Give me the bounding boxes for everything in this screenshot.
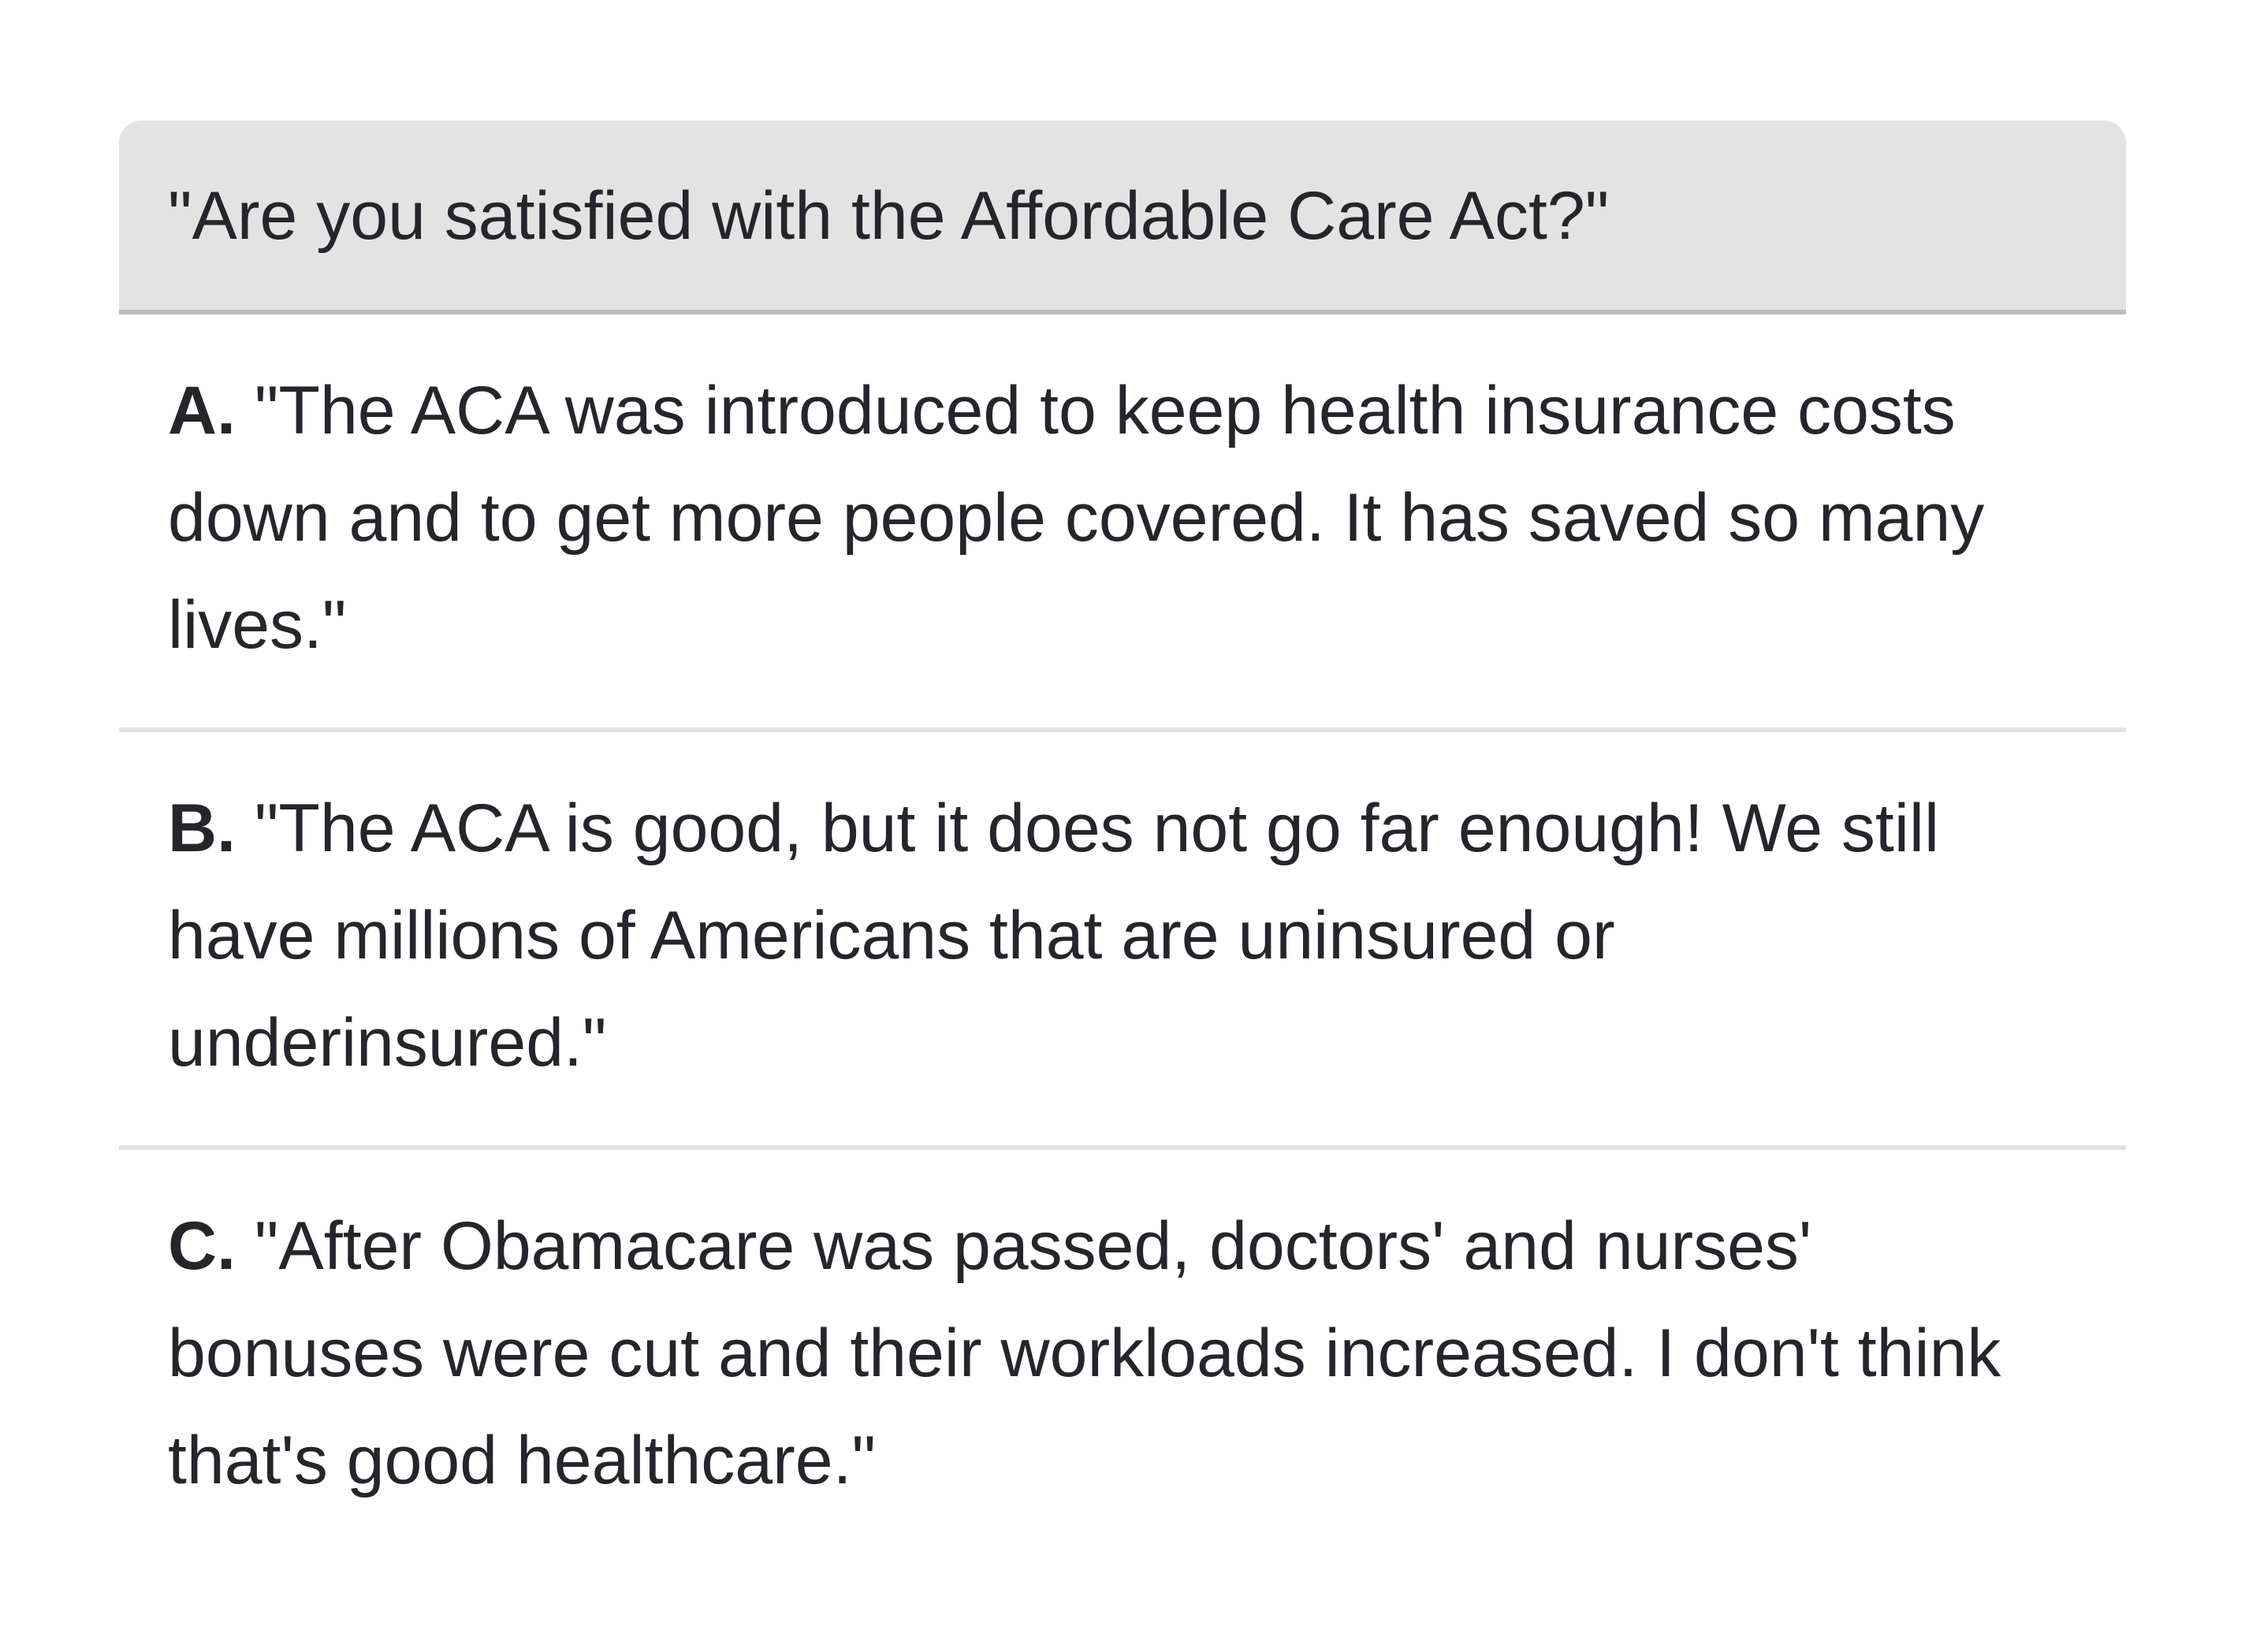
- option-c[interactable]: C. "After Obamacare was passed, doctors'…: [119, 1150, 2126, 1560]
- option-a-text: "The ACA was introduced to keep health i…: [168, 373, 1985, 663]
- option-b-paragraph: B. "The ACA is good, but it does not go …: [168, 775, 2005, 1096]
- option-a-letter: A.: [168, 373, 236, 448]
- option-b-letter: B.: [168, 791, 236, 866]
- option-a-paragraph: A. "The ACA was introduced to keep healt…: [168, 357, 2005, 679]
- question-card: "Are you satisfied with the Affordable C…: [119, 121, 2126, 1560]
- option-c-text: "After Obamacare was passed, doctors' an…: [168, 1208, 2001, 1498]
- option-c-paragraph: C. "After Obamacare was passed, doctors'…: [168, 1192, 2005, 1514]
- question-text: "Are you satisfied with the Affordable C…: [168, 178, 1610, 254]
- option-b[interactable]: B. "The ACA is good, but it does not go …: [119, 732, 2126, 1150]
- question-header: "Are you satisfied with the Affordable C…: [119, 121, 2126, 314]
- option-c-letter: C.: [168, 1208, 236, 1284]
- option-a[interactable]: A. "The ACA was introduced to keep healt…: [119, 314, 2126, 732]
- option-b-text: "The ACA is good, but it does not go far…: [168, 791, 1940, 1081]
